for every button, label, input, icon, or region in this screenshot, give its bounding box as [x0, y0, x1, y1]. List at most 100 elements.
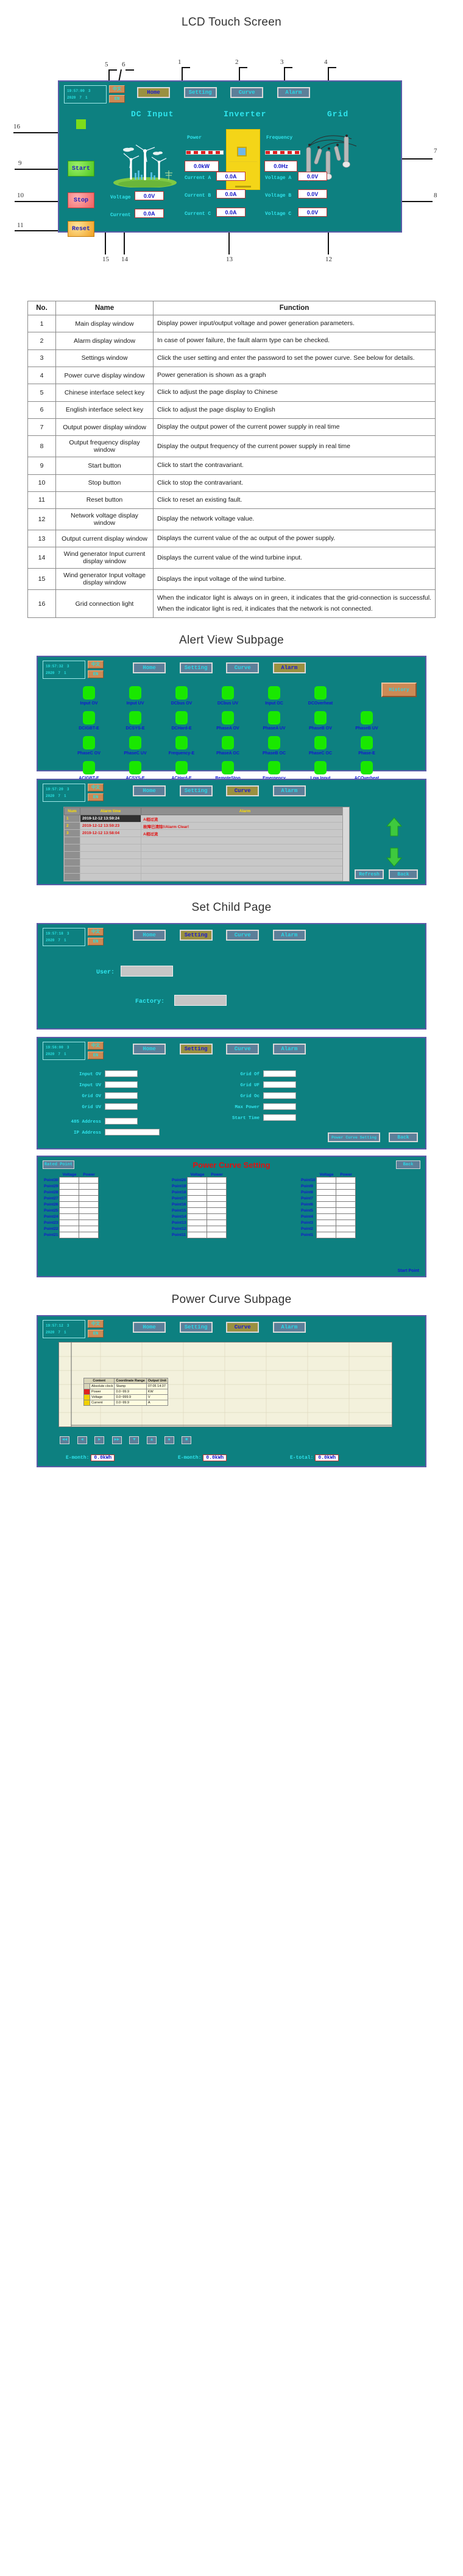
tab-curve[interactable]: Curve — [226, 930, 260, 941]
settings-window[interactable]: 19:57:18 3 2020 7 1 中文 EN Home Setting Curv… — [37, 923, 426, 1030]
power-curve-setting-window[interactable]: Power Curve Setting Rated Point Back Vol… — [37, 1156, 426, 1278]
pcs-row[interactable]: Point27 — [43, 1195, 99, 1202]
power-field[interactable] — [336, 1207, 356, 1215]
power-field[interactable] — [207, 1220, 227, 1227]
alarm-item[interactable]: RemoteStop — [205, 761, 251, 781]
power-field[interactable] — [79, 1207, 99, 1215]
alarm-item[interactable]: DCbus OV — [158, 686, 205, 706]
pcs-row[interactable]: Point19 — [171, 1183, 227, 1190]
pcs-row[interactable]: Point10 — [300, 1177, 356, 1184]
english-interface-button[interactable]: EN — [88, 670, 104, 679]
tab-curve[interactable]: Curve — [226, 662, 260, 674]
voltage-field[interactable] — [59, 1213, 80, 1221]
power-field[interactable] — [207, 1232, 227, 1239]
start-time-field[interactable] — [263, 1114, 296, 1121]
scroll-down-button[interactable] — [386, 847, 403, 871]
alarm-display-window[interactable]: 19:57:32 3 2020 7 1 中文 EN Home Setting Curv… — [37, 656, 426, 781]
chart-down-button[interactable]: ▼ — [129, 1436, 140, 1445]
chart-first-button[interactable]: ◀◀ — [60, 1436, 69, 1445]
power-curve-setting-button[interactable]: Power Curve Setting — [328, 1132, 380, 1143]
pcs-row[interactable]: Point8 — [300, 1189, 356, 1196]
power-field[interactable] — [207, 1207, 227, 1215]
alarm-history-window[interactable]: 19:57:20 3 2020 7 1 中文 EN Home Setting Curv… — [37, 779, 426, 886]
tab-curve[interactable]: Curve — [230, 87, 264, 98]
chart-stop-button[interactable]: ■ — [182, 1436, 192, 1445]
chart-next-button[interactable]: ▶ — [94, 1436, 105, 1445]
power-field[interactable] — [79, 1183, 99, 1190]
tab-curve[interactable]: Curve — [226, 1322, 260, 1333]
chart-marker-button[interactable]: ◆ — [164, 1436, 174, 1445]
pcs-row[interactable]: Point28 — [43, 1189, 99, 1196]
pcs-row[interactable]: Point18 — [171, 1189, 227, 1196]
chart-prev-button[interactable]: ◀ — [77, 1436, 87, 1445]
pcs-row[interactable]: Point4 — [300, 1213, 356, 1221]
main-display-window[interactable]: 19:57:00 3 2020 7 1 中文 EN Home Setting Curv… — [58, 80, 402, 237]
pcs-row[interactable]: Point3 — [300, 1220, 356, 1227]
chinese-interface-button[interactable]: 中文 — [88, 1320, 104, 1328]
tab-home[interactable]: Home — [137, 87, 170, 98]
ip-address-field[interactable] — [105, 1129, 160, 1136]
voltage-field[interactable] — [316, 1177, 337, 1184]
voltage-field[interactable] — [59, 1177, 80, 1184]
power-field[interactable] — [207, 1189, 227, 1196]
alarm-item[interactable]: ACSYS-E — [112, 761, 158, 781]
pcs-row[interactable]: Point23 — [43, 1220, 99, 1227]
history-row-empty[interactable] — [64, 851, 349, 860]
pcs-row[interactable]: Point26 — [43, 1201, 99, 1209]
alarm-item[interactable]: Frequency-E — [158, 736, 205, 756]
pcs-row[interactable]: Point29 — [43, 1183, 99, 1190]
power-field[interactable] — [207, 1183, 227, 1190]
voltage-field[interactable] — [59, 1195, 80, 1202]
pcs-row[interactable]: Point13 — [171, 1220, 227, 1227]
pcs-row[interactable]: Point24 — [43, 1213, 99, 1221]
pcs-row[interactable]: Point5 — [300, 1207, 356, 1215]
voltage-field[interactable] — [187, 1195, 208, 1202]
alarm-item[interactable]: PhaseA OC — [205, 736, 251, 756]
tab-setting[interactable]: Setting — [179, 1044, 213, 1055]
english-interface-button[interactable]: EN — [88, 793, 104, 802]
tab-alarm[interactable]: Alarm — [277, 87, 310, 98]
pcs-row[interactable]: Point20 — [171, 1177, 227, 1184]
grid-uf-field[interactable] — [263, 1081, 296, 1089]
history-row-empty[interactable] — [64, 837, 349, 845]
voltage-field[interactable] — [59, 1183, 80, 1190]
grid-uv-field[interactable] — [105, 1103, 138, 1111]
alarm-item[interactable]: DCOverheat — [297, 686, 344, 706]
history-row-empty[interactable] — [64, 866, 349, 874]
tab-setting[interactable]: Setting — [179, 785, 213, 797]
tab-curve[interactable]: Curve — [226, 1044, 260, 1055]
history-row-empty[interactable] — [64, 873, 349, 882]
tab-curve[interactable]: Curve — [226, 785, 260, 797]
voltage-field[interactable] — [187, 1226, 208, 1233]
alarm-item[interactable]: ACHard-E — [158, 761, 205, 781]
tab-alarm[interactable]: Alarm — [272, 1322, 306, 1333]
alarm-item[interactable]: DCSYS-E — [112, 711, 158, 731]
input-uv-field[interactable] — [105, 1081, 138, 1089]
pcs-row[interactable]: Point25 — [43, 1207, 99, 1215]
power-field[interactable] — [79, 1177, 99, 1184]
voltage-field[interactable] — [316, 1220, 337, 1227]
power-field[interactable] — [336, 1213, 356, 1221]
stop-button[interactable]: Stop — [68, 192, 94, 208]
alarm-history-table-wrap[interactable]: Num Alarm time Alarm 1 2019-12-12 13:59:… — [63, 807, 350, 882]
input-ov-field[interactable] — [105, 1070, 138, 1078]
voltage-field[interactable] — [187, 1220, 208, 1227]
factory-password-field[interactable] — [174, 995, 227, 1006]
voltage-field[interactable] — [316, 1213, 337, 1221]
pcs-row[interactable]: Point1 — [300, 1232, 356, 1239]
chinese-interface-button[interactable]: 中文 — [88, 661, 104, 669]
alarm-item[interactable]: ACIGBT-E — [66, 761, 112, 781]
alarm-item[interactable]: Input OV — [66, 686, 112, 706]
grid-oc-field[interactable] — [263, 1092, 296, 1100]
english-interface-button[interactable]: EN — [88, 1051, 104, 1060]
power-field[interactable] — [336, 1232, 356, 1239]
power-field[interactable] — [336, 1220, 356, 1227]
pcs-row[interactable]: Point7 — [300, 1195, 356, 1202]
chart-last-button[interactable]: ▶▶ — [111, 1436, 122, 1445]
vertical-scrollbar[interactable] — [342, 807, 349, 882]
pcs-row[interactable]: Point12 — [171, 1226, 227, 1233]
voltage-field[interactable] — [187, 1207, 208, 1215]
alarm-item[interactable]: PhaseB OC — [251, 736, 297, 756]
voltage-field[interactable] — [59, 1220, 80, 1227]
history-row-empty[interactable] — [64, 844, 349, 852]
